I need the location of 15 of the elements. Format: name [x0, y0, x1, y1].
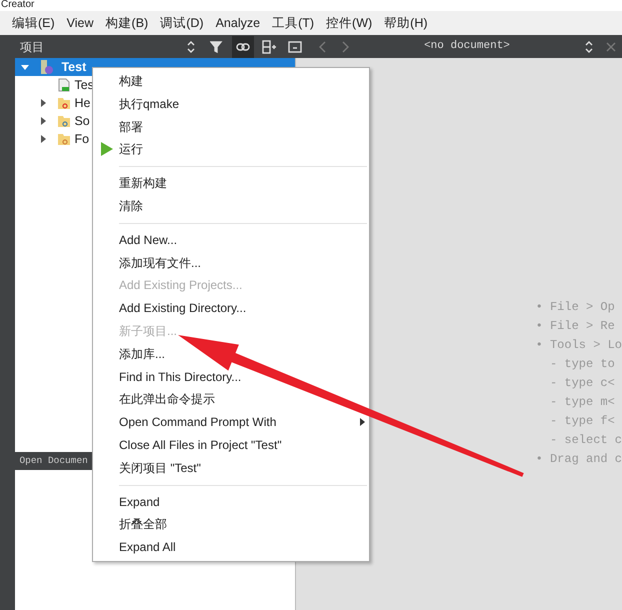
- tree-label: So: [74, 113, 90, 130]
- welcome-hint: • File > Re: [536, 318, 616, 335]
- welcome-hint: - type m<: [548, 394, 616, 411]
- welcome-hint: • Tools > Lo: [536, 337, 622, 354]
- tree-label: Fo: [74, 131, 90, 148]
- tree-label: He: [74, 95, 90, 112]
- welcome-hint: • Drag and c: [536, 451, 622, 468]
- welcome-hint: - type f<: [548, 413, 616, 430]
- welcome-hint: - type c<: [548, 375, 616, 392]
- welcome-hint: • File > Op: [536, 299, 616, 316]
- tree-label: Test: [61, 59, 86, 76]
- welcome-hint: - select c: [548, 432, 622, 449]
- window-title: Creator: [0, 0, 36, 11]
- panel-title: 项目: [20, 38, 45, 56]
- welcome-hint: - type to: [548, 356, 616, 373]
